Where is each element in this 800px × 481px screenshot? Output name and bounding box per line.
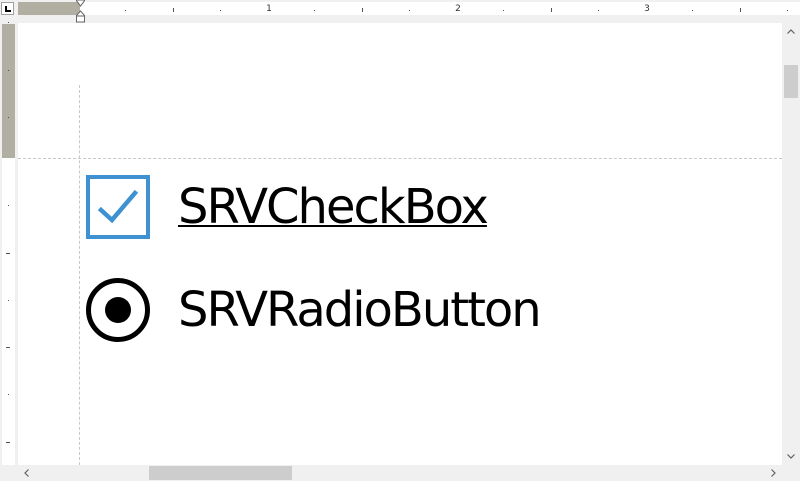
ruler-tick	[6, 441, 10, 443]
vertical-scrollbar[interactable]	[782, 23, 800, 465]
ruler-tick	[786, 10, 788, 11]
ruler-tick	[8, 69, 9, 71]
vertical-ruler[interactable]	[0, 18, 18, 465]
ruler-tick	[503, 10, 505, 11]
checkmark-icon	[97, 189, 139, 224]
ruler-left-margin	[18, 2, 80, 15]
arrow-up-icon	[787, 29, 795, 34]
checkbox-label[interactable]: SRVCheckBox	[178, 175, 489, 239]
ruler-body: 1 2 3	[80, 2, 800, 15]
radio-dot-icon	[105, 297, 131, 323]
srv-checkbox[interactable]: SRVCheckBox	[86, 175, 489, 239]
indent-marker-icon[interactable]	[76, 0, 85, 23]
ruler-tick	[739, 8, 741, 12]
ruler-tick	[8, 116, 9, 118]
ruler-number-3: 3	[644, 4, 650, 14]
ruler-number-2: 2	[455, 4, 461, 14]
radio-circle[interactable]	[86, 278, 150, 342]
horizontal-scroll-thumb[interactable]	[149, 466, 292, 480]
ruler-tick	[8, 22, 9, 24]
ruler-tick	[219, 10, 221, 11]
ruler-tick	[125, 10, 127, 11]
document-canvas[interactable]: SRVCheckBox SRVRadioButton	[18, 23, 782, 465]
ruler-tick	[597, 10, 599, 11]
ruler-number-1: 1	[266, 4, 272, 14]
ruler-tick	[6, 252, 10, 254]
arrow-right-icon	[771, 469, 776, 477]
ruler-tick	[692, 10, 694, 11]
ruler-tick	[8, 205, 9, 207]
ruler-tick	[314, 10, 316, 11]
radio-label[interactable]: SRVRadioButton	[178, 278, 542, 342]
ruler-tick	[8, 394, 9, 396]
ruler-tick	[172, 8, 174, 12]
vertical-scroll-thumb[interactable]	[784, 65, 798, 98]
scroll-down-button[interactable]	[782, 448, 800, 465]
vertical-ruler-body	[2, 158, 15, 465]
ruler-top-margin	[2, 24, 15, 158]
top-margin-guide	[18, 158, 782, 159]
horizontal-scrollbar[interactable]	[18, 465, 782, 481]
scrollbar-corner	[782, 465, 800, 481]
checkbox-box[interactable]	[86, 175, 150, 239]
horizontal-ruler[interactable]: 1 2 3	[0, 0, 800, 23]
scroll-left-button[interactable]	[18, 465, 35, 481]
ruler-tick	[6, 347, 10, 348]
ruler-tick	[408, 10, 410, 11]
tab-stop-selector[interactable]	[1, 2, 14, 15]
left-margin-guide	[79, 85, 80, 465]
ruler-tick	[361, 8, 363, 12]
arrow-down-icon	[787, 454, 795, 459]
ruler-tick	[550, 8, 552, 12]
arrow-left-icon	[24, 469, 29, 477]
scroll-up-button[interactable]	[782, 23, 800, 40]
scroll-right-button[interactable]	[765, 465, 782, 481]
ruler-tick	[8, 299, 9, 301]
srv-radio-button[interactable]: SRVRadioButton	[86, 278, 542, 342]
